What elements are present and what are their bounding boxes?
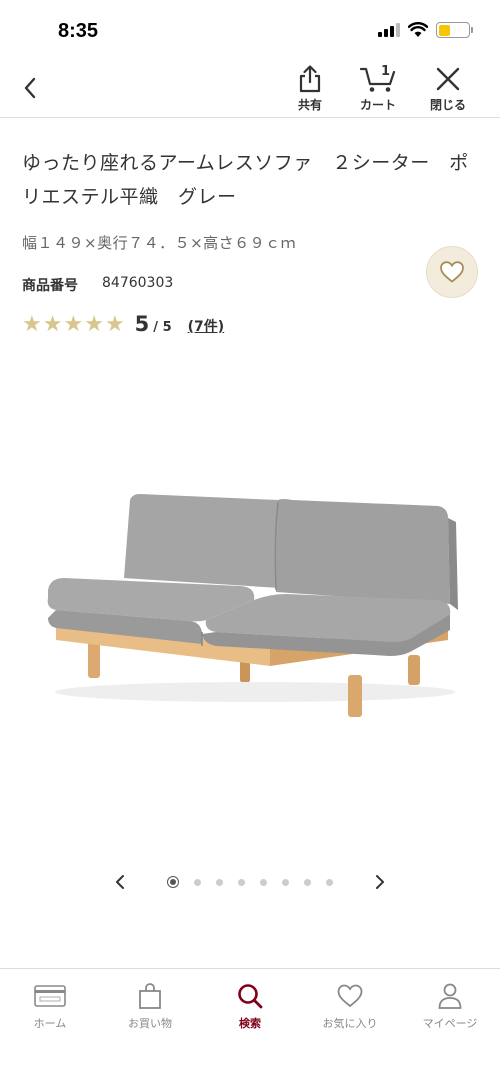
product-code-row: 商品番号 84760303 — [22, 275, 173, 295]
share-label: 共有 — [297, 98, 322, 112]
chevron-right-icon — [376, 875, 384, 889]
tab-home[interactable]: ホーム — [0, 969, 100, 1080]
star-icon: ★ — [42, 312, 63, 337]
product-code-label: 商品番号 — [22, 278, 78, 294]
star-icon: ★ — [22, 312, 42, 337]
product-dimensions: 幅１４９×奥行７４．５×高さ６９ｃｍ — [22, 234, 297, 252]
wifi-icon — [408, 22, 428, 37]
carousel-prev-button[interactable] — [110, 870, 130, 894]
share-button[interactable]: 共有 — [280, 62, 340, 116]
rating-stars: ★ ★ ★ ★ ★ — [22, 314, 125, 336]
chevron-left-icon — [116, 875, 124, 889]
carousel-next-button[interactable] — [370, 870, 390, 894]
tab-shopping[interactable]: お買い物 — [100, 969, 200, 1080]
tab-mypage[interactable]: マイページ — [400, 969, 500, 1080]
person-icon — [438, 983, 462, 1009]
tab-search-label: 検索 — [239, 1017, 261, 1030]
card-icon — [34, 985, 66, 1007]
carousel-dot[interactable] — [216, 878, 223, 886]
sofa-illustration — [47, 494, 458, 717]
navigation-bar: 共有 1 カート 閉じる — [0, 62, 500, 118]
carousel-dot[interactable] — [194, 878, 201, 886]
cart-count-badge: 1 — [381, 64, 391, 79]
cart-button[interactable]: 1 カート — [348, 62, 408, 116]
heart-icon — [337, 984, 363, 1008]
status-time: 8:35 — [58, 20, 99, 42]
status-bar: 8:35 — [0, 0, 500, 62]
tab-shopping-label: お買い物 — [128, 1017, 172, 1030]
star-icon: ★ — [63, 312, 84, 337]
product-image[interactable] — [30, 470, 470, 730]
carousel-dot[interactable] — [304, 878, 311, 886]
share-icon — [299, 65, 321, 93]
close-button[interactable]: 閉じる — [418, 62, 478, 116]
battery-icon — [436, 22, 473, 38]
favorite-button[interactable] — [426, 246, 478, 298]
tab-favorites-label: お気に入り — [322, 1017, 378, 1030]
tab-mypage-label: マイページ — [422, 1017, 478, 1030]
carousel-dot-active[interactable] — [167, 876, 179, 888]
heart-icon — [440, 261, 464, 283]
star-icon: ★ — [104, 312, 125, 337]
rating-row: ★ ★ ★ ★ ★ 5 / 5 (7件) — [22, 312, 224, 336]
cellular-signal-icon — [378, 23, 400, 37]
bottom-tab-bar: ホーム お買い物 検索 お気に入り マイページ — [0, 968, 500, 1080]
carousel-dot[interactable] — [260, 878, 267, 886]
review-count-link[interactable]: (7件) — [188, 316, 225, 336]
cart-icon — [359, 67, 396, 92]
status-icons — [378, 22, 473, 38]
carousel-dot[interactable] — [238, 878, 245, 886]
image-carousel-controls — [110, 870, 390, 894]
star-icon: ★ — [84, 312, 104, 337]
close-label: 閉じる — [429, 98, 466, 112]
chevron-left-icon — [24, 77, 36, 99]
carousel-dot[interactable] — [282, 878, 289, 886]
carousel-dots — [167, 876, 333, 888]
tab-favorites[interactable]: お気に入り — [300, 969, 400, 1080]
tab-home-label: ホーム — [33, 1017, 67, 1030]
tab-search[interactable]: 検索 — [200, 969, 300, 1080]
rating-max: / 5 — [153, 320, 172, 335]
cart-label: カート — [359, 98, 396, 112]
carousel-dot[interactable] — [326, 878, 333, 886]
search-icon — [238, 984, 263, 1009]
back-button[interactable] — [14, 72, 46, 104]
bag-icon — [139, 983, 161, 1009]
close-icon — [436, 67, 460, 91]
product-title: ゆったり座れるアームレスソファ ２シーター ポリエステル平織 グレー — [22, 152, 469, 208]
rating-score: 5 — [134, 312, 150, 336]
product-code: 84760303 — [102, 275, 174, 291]
